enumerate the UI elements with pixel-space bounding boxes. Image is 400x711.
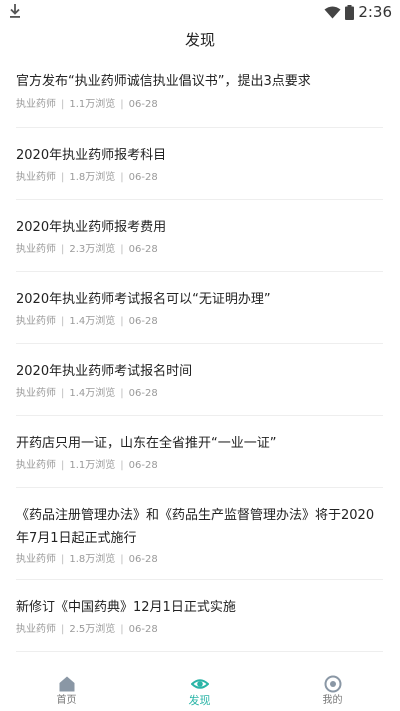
status-time: 2:36 [358,3,392,21]
meta-separator: | [120,460,124,471]
news-category: 执业药师 [16,554,56,565]
news-date: 06-28 [128,172,158,183]
news-meta: 执业药师 | 1.1万浏览 | 06-28 [16,459,158,473]
title-bar: 发现 [0,24,400,54]
news-category: 执业药师 [16,172,56,183]
meta-separator: | [61,99,65,110]
news-title: 2020年执业药师考试报名时间 [16,364,193,379]
news-title: 新修订《中国药典》12月1日正式实施 [16,600,236,615]
news-item[interactable]: 2020年执业药师考试报名可以“无证明办理” 执业药师 | 1.4万浏览 | 06-28 [16,272,383,344]
news-views: 1.4万浏览 [69,388,116,399]
meta-separator: | [61,460,65,471]
news-category: 执业药师 [16,388,56,399]
news-item[interactable]: 官方发布“执业药师诚信执业倡议书”，提出3点要求 执业药师 | 1.1万浏览 | 06-… [16,54,383,128]
news-views: 2.3万浏览 [69,244,116,255]
news-meta: 执业药师 | 1.8万浏览 | 06-28 [16,553,158,567]
news-meta: 执业药师 | 1.4万浏览 | 06-28 [16,387,158,401]
profile-icon [324,675,341,693]
status-icons: 2:36 [324,2,392,22]
news-item[interactable]: 《药品注册管理办法》和《药品生产监督管理办法》将于2020年7月1日起正式施行 … [16,488,383,580]
news-views: 1.1万浏览 [69,460,116,471]
news-item[interactable]: 2020年执业药师考试报名时间 执业药师 | 1.4万浏览 | 06-28 [16,344,383,416]
bottom-nav: 首页 发现 我的 [0,667,400,711]
news-views: 2.5万浏览 [69,624,116,635]
news-date: 06-28 [128,316,158,327]
nav-label-discover: 发现 [188,694,211,707]
meta-separator: | [61,244,65,255]
news-title: 开药店只用一证，山东在全省推开“一业一证” [16,436,277,451]
download-icon [10,4,20,18]
app-screen: 2:36 发现 官方发布“执业药师诚信执业倡议书”，提出3点要求 执业药师 | 1.… [0,0,400,711]
battery-icon [345,4,355,20]
meta-separator: | [61,388,65,399]
news-item[interactable]: 2020年执业药师报考费用 执业药师 | 2.3万浏览 | 06-28 [16,200,383,272]
news-views: 1.4万浏览 [69,316,116,327]
news-meta: 执业药师 | 2.5万浏览 | 06-28 [16,623,158,637]
news-date: 06-28 [128,244,158,255]
meta-separator: | [120,554,124,565]
news-meta: 执业药师 | 1.1万浏览 | 06-28 [16,98,158,112]
news-meta: 执业药师 | 1.4万浏览 | 06-28 [16,315,158,329]
news-item[interactable]: 开药店只用一证，山东在全省推开“一业一证” 执业药师 | 1.1万浏览 | 06-28 [16,416,383,488]
meta-separator: | [120,244,124,255]
news-category: 执业药师 [16,460,56,471]
nav-item-profile[interactable]: 我的 [266,667,399,711]
news-date: 06-28 [128,388,158,399]
meta-separator: | [61,624,65,635]
meta-separator: | [120,316,124,327]
news-title: 2020年执业药师报考费用 [16,220,167,235]
wifi-icon [324,6,341,18]
news-category: 执业药师 [16,99,56,110]
home-icon [59,676,74,692]
nav-item-home[interactable]: 首页 [0,667,133,711]
news-title: 官方发布“执业药师诚信执业倡议书”，提出3点要求 [16,74,311,89]
meta-separator: | [61,554,65,565]
meta-separator: | [120,624,124,635]
news-title: 2020年执业药师考试报名可以“无证明办理” [16,292,271,307]
eye-icon [190,679,209,689]
news-item[interactable]: 新修订《中国药典》12月1日正式实施 执业药师 | 2.5万浏览 | 06-28 [16,580,383,652]
news-date: 06-28 [128,554,158,565]
news-views: 1.8万浏览 [69,172,116,183]
meta-separator: | [61,172,65,183]
news-date: 06-28 [128,624,158,635]
news-item[interactable]: 2020年执业药师报考科目 执业药师 | 1.8万浏览 | 06-28 [16,128,383,200]
news-meta: 执业药师 | 1.8万浏览 | 06-28 [16,171,158,185]
news-date: 06-28 [128,99,158,110]
nav-label-profile: 我的 [322,695,343,706]
nav-label-home: 首页 [56,695,77,706]
page-title: 发现 [184,30,215,49]
news-category: 执业药师 [16,624,56,635]
nav-item-discover[interactable]: 发现 [133,667,266,711]
news-list[interactable]: 官方发布“执业药师诚信执业倡议书”，提出3点要求 执业药师 | 1.1万浏览 | 06-… [0,54,400,667]
news-category: 执业药师 [16,316,56,327]
news-title: 《药品注册管理办法》和《药品生产监督管理办法》将于2020年7月1日起正式施行 [16,508,375,546]
news-category: 执业药师 [16,244,56,255]
status-bar: 2:36 [0,0,400,24]
news-views: 1.1万浏览 [69,99,116,110]
meta-separator: | [120,388,124,399]
news-title: 2020年执业药师报考科目 [16,148,167,163]
news-meta: 执业药师 | 2.3万浏览 | 06-28 [16,243,158,257]
meta-separator: | [120,99,124,110]
meta-separator: | [61,316,65,327]
news-views: 1.8万浏览 [69,554,116,565]
meta-separator: | [120,172,124,183]
news-date: 06-28 [128,460,158,471]
